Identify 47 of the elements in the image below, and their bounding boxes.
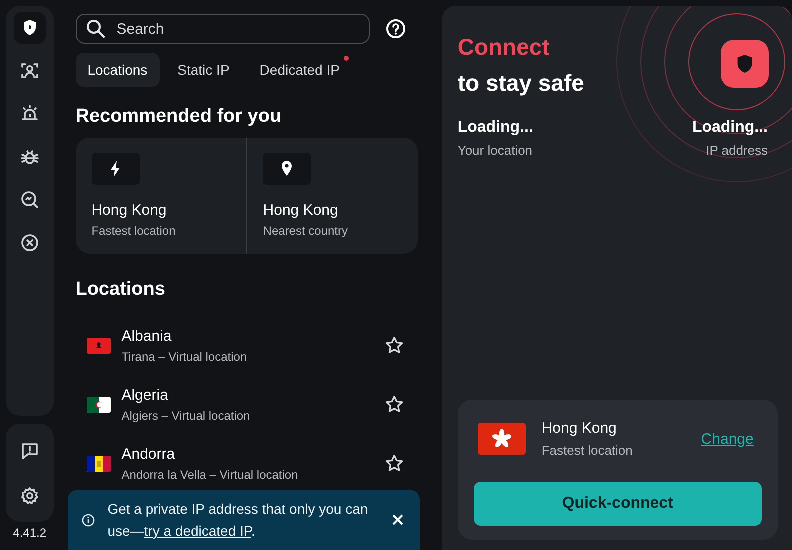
quick-connect-button[interactable]: Quick-connect <box>474 482 762 526</box>
ip-label: IP address <box>706 143 768 158</box>
flag-icon <box>86 456 111 472</box>
location-value: Loading... <box>458 119 534 137</box>
location-detail: Fastest location <box>92 224 177 238</box>
search-icon <box>86 19 106 39</box>
star-icon[interactable] <box>384 395 404 414</box>
tab[interactable]: Dedicated IP <box>248 53 352 87</box>
location-name: Andorra <box>122 446 176 462</box>
flag-icon <box>478 423 526 455</box>
lightning-icon <box>92 153 140 185</box>
ip-value: Loading... <box>692 119 768 137</box>
shield-icon[interactable] <box>14 12 46 44</box>
version-label: 4.41.2 <box>13 526 47 540</box>
location-pin-icon <box>263 153 312 185</box>
close-icon[interactable] <box>392 514 404 526</box>
tab[interactable]: Static IP <box>166 53 242 87</box>
location-name: Hong Kong <box>263 202 340 219</box>
status-headline: Connect <box>458 34 551 61</box>
connect-button[interactable] <box>721 40 769 88</box>
location-detail: Algiers – Virtual location <box>122 408 252 422</box>
flag-icon <box>86 338 111 354</box>
location-detail: Andorra la Vella – Virtual location <box>122 468 300 482</box>
location-name: Hong Kong <box>92 202 168 219</box>
change-link[interactable]: Change <box>701 430 754 448</box>
recommendation-option[interactable]: Hong Kong Fastest location <box>76 138 246 254</box>
recommendation-option[interactable]: Hong Kong Nearest country <box>246 138 418 254</box>
search-field[interactable]: Search <box>76 14 370 44</box>
status-subline: to stay safe <box>458 70 584 97</box>
location-name: Algeria <box>122 386 170 404</box>
location-detail: Tirana – Virtual location <box>122 350 248 364</box>
star-icon[interactable] <box>384 336 404 355</box>
banner-text: Get a private IP address that only you can use—try a dedicated IP. <box>108 500 370 541</box>
flag-icon <box>86 396 111 412</box>
section-heading: Recommended for you <box>76 105 283 129</box>
location-label: Your location <box>458 143 534 158</box>
dedicated-ip-link[interactable]: try a dedicated IP <box>144 523 252 539</box>
location-detail: Fastest location <box>542 443 634 458</box>
tab[interactable]: Locations <box>76 53 160 87</box>
help-icon[interactable] <box>386 19 406 39</box>
shield-icon <box>736 54 754 74</box>
location-name: Hong Kong <box>542 420 618 437</box>
star-icon[interactable] <box>384 454 404 473</box>
location-name: Albania <box>122 328 173 344</box>
location-detail: Nearest country <box>263 224 349 238</box>
section-heading: Locations <box>76 278 166 302</box>
info-icon <box>82 514 95 526</box>
